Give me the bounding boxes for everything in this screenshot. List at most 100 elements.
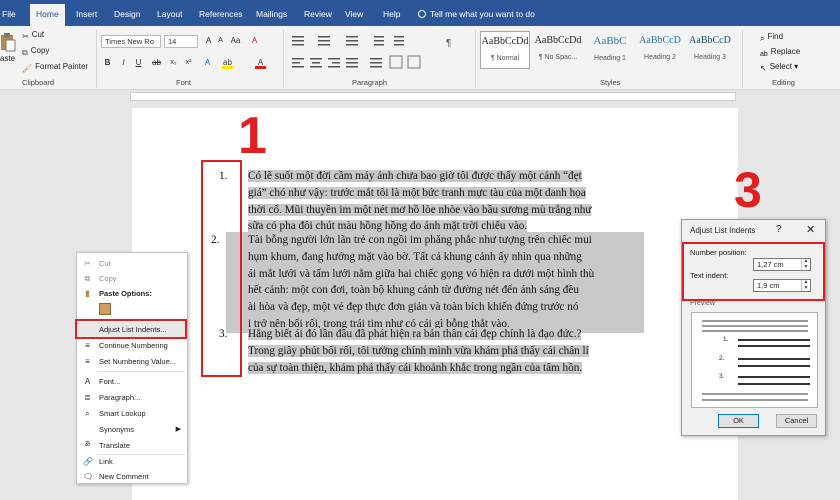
tab-help[interactable]: Help <box>383 0 400 26</box>
menu-item-continue-numbering[interactable]: ≡ Continue Numbering <box>77 338 187 353</box>
style-name: ¶ No Spac... <box>538 54 578 61</box>
list-item-2[interactable]: Tài bỗng người lớn lãn trẻ con ngồi im p… <box>226 232 644 333</box>
strikethrough-icon[interactable]: ab <box>151 57 162 69</box>
paragraph-controls: ¶ <box>292 36 451 69</box>
bold-icon[interactable]: B <box>102 57 113 69</box>
preview-line <box>702 320 808 322</box>
menu-separator <box>97 371 185 372</box>
style-heading-3[interactable]: AaBbCcD Heading 3 <box>685 31 735 69</box>
replace-button[interactable]: ab Replace <box>760 47 800 58</box>
menu-item-highlight-box <box>75 319 187 339</box>
search-icon: ⌕ <box>760 34 765 43</box>
cut-label: Cut <box>31 30 45 39</box>
style-heading-1[interactable]: AaBbC Heading 1 <box>585 31 635 69</box>
list-item-3[interactable]: Hẳng biết ái đó lần đầu đã phát hiện ra … <box>248 326 589 376</box>
clear-formatting-icon[interactable]: A <box>249 35 260 47</box>
ribbon-separator <box>96 30 97 88</box>
underline-icon[interactable]: U <box>133 57 144 69</box>
menu-item-link[interactable]: 🔗 Link <box>77 454 187 469</box>
style-no-spacing[interactable]: AaBbCcDd ¶ No Spac... <box>533 31 583 69</box>
tell-me-search[interactable]: Tell me what you want to do <box>418 0 535 26</box>
preview-line <box>738 365 810 367</box>
text-line: hụm khum, đang hướng mặt vào bờ. Tất cả … <box>248 250 582 263</box>
menu-item-set-numbering-value[interactable]: ≡ Set Numbering Value... <box>77 354 187 369</box>
cut-button[interactable]: ✂ Cut <box>22 30 44 41</box>
scissors-icon: ✂ <box>22 32 29 41</box>
tab-home[interactable]: Home <box>30 4 65 26</box>
menu-label: Paste Options: <box>99 289 152 298</box>
menu-item-new-comment[interactable]: 🗨 New Comment <box>77 469 187 484</box>
copy-button[interactable]: ⧉ Copy <box>22 46 49 58</box>
style-heading-2[interactable]: AaBbCcD Heading 2 <box>635 31 685 69</box>
highlight-icon[interactable]: ab <box>222 57 233 69</box>
tab-file[interactable]: File <box>2 0 16 26</box>
tab-view[interactable]: View <box>345 0 363 26</box>
find-button[interactable]: ⌕ Find <box>760 32 783 44</box>
tab-review[interactable]: Review <box>304 0 332 26</box>
help-icon[interactable]: ? <box>776 224 782 235</box>
paste-label: aste <box>0 54 16 63</box>
svg-text:¶: ¶ <box>446 38 451 49</box>
superscript-icon[interactable]: x² <box>183 57 194 69</box>
tell-me-text: Tell me what you want to do <box>430 9 535 19</box>
clipboard-group-label: Clipboard <box>22 78 55 87</box>
preview-number: 2. <box>719 355 725 362</box>
menu-item-copy[interactable]: ⧉ Copy <box>77 271 187 286</box>
list-item-1[interactable]: Có lẽ suốt một đời cầm máy ảnh chưa bao … <box>248 168 592 235</box>
menu-item-cut[interactable]: ✂ Cut <box>77 256 187 271</box>
cancel-button[interactable]: Cancel <box>776 414 817 428</box>
numbers-highlight-box <box>201 160 242 377</box>
style-normal[interactable]: AaBbCcDd ¶ Normal <box>480 31 530 69</box>
paste-icon <box>1 33 16 52</box>
menu-label: New Comment <box>99 472 149 481</box>
paste-keep-text-icon[interactable] <box>99 303 111 315</box>
menu-label: Paragraph... <box>99 393 141 402</box>
format-painter-label: Format Painter <box>35 62 89 71</box>
comment-icon: 🗨 <box>83 472 94 481</box>
menu-item-smart-lookup[interactable]: ⌕ Smart Lookup <box>77 406 187 421</box>
text-line: Có lẽ suốt một đời cầm máy ảnh chưa bao … <box>248 170 582 182</box>
shrink-font-icon[interactable]: A <box>215 35 226 47</box>
ok-button[interactable]: OK <box>718 414 759 428</box>
tab-design[interactable]: Design <box>114 0 140 26</box>
preview-number: 1. <box>723 336 729 343</box>
font-name-dropdown[interactable]: Times New Ro <box>101 35 161 48</box>
subscript-icon[interactable]: x₂ <box>168 57 179 69</box>
tab-references[interactable]: References <box>199 0 242 26</box>
menu-item-paragraph[interactable]: ≣ Paragraph... <box>77 390 187 405</box>
text-effects-icon[interactable]: A <box>202 57 213 69</box>
change-case-icon[interactable]: Aa <box>230 35 241 47</box>
dialog-title: Adjust List Indents <box>690 226 756 235</box>
style-sample: AaBbCcDd <box>481 36 529 47</box>
text-line: ài hòa và đẹp, một vẻ đẹp thực đơn giản … <box>248 301 579 314</box>
select-button[interactable]: ↖ Select ▾ <box>760 62 798 73</box>
text-line: giá” chó như vậy: trước mắt tôi là một b… <box>248 186 586 199</box>
menu-item-font[interactable]: A Font... <box>77 374 187 389</box>
replace-label: Replace <box>770 47 801 56</box>
search-icon: ⌕ <box>85 409 90 418</box>
grow-font-icon[interactable]: A <box>203 35 214 47</box>
menu-item-translate[interactable]: あ Translate <box>77 438 187 453</box>
menu-item-synonyms[interactable]: Synonyms ▶ <box>77 422 187 437</box>
italic-icon[interactable]: I <box>118 57 129 69</box>
paste-button[interactable]: aste <box>0 33 18 74</box>
find-label: Find <box>767 32 784 41</box>
paste-icon: ▮ <box>85 289 90 298</box>
preview-line <box>702 393 808 395</box>
format-painter-button[interactable]: 🖌 Format Painter <box>22 62 88 73</box>
ruler-bar <box>130 92 736 101</box>
font-color-icon[interactable]: A <box>255 57 266 69</box>
font-size-dropdown[interactable]: 14 <box>164 35 198 48</box>
tab-mailings[interactable]: Mailings <box>256 0 287 26</box>
close-icon[interactable]: ✕ <box>806 223 815 236</box>
menu-label: Cut <box>99 259 111 268</box>
horizontal-ruler[interactable] <box>0 90 840 102</box>
paragraph-icon: ≣ <box>84 393 91 402</box>
menu-label: Set Numbering Value... <box>99 357 176 366</box>
ribbon-separator <box>475 30 476 88</box>
copy-icon: ⧉ <box>84 274 91 283</box>
document-page[interactable]: 1. Có lẽ suốt một đời cầm máy ảnh chưa b… <box>132 108 738 500</box>
tab-layout[interactable]: Layout <box>157 0 183 26</box>
tab-insert[interactable]: Insert <box>76 0 97 26</box>
lightbulb-icon <box>418 10 426 18</box>
